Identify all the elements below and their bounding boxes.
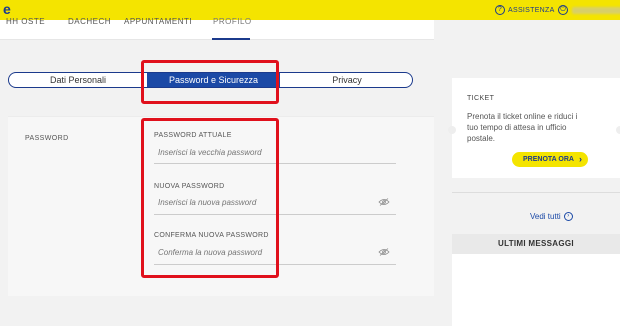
chevron-right-icon: › <box>579 154 582 164</box>
right-column-divider <box>452 192 620 193</box>
arrow-right-circle-icon: › <box>563 212 573 221</box>
messages-panel: ULTIMI MESSAGGI <box>452 234 620 326</box>
tab-privacy[interactable]: Privacy <box>282 73 412 87</box>
user-name-blurred <box>572 6 620 14</box>
nav-item-home[interactable]: HH OSTE <box>6 17 45 26</box>
assistenza-link[interactable]: ? ASSISTENZA <box>495 5 555 15</box>
eye-slash-icon[interactable] <box>378 198 390 206</box>
carousel-dot-left <box>448 126 456 134</box>
prenota-ora-label: PRENOTA ORA <box>523 156 574 163</box>
vedi-tutti-link[interactable]: Vedi tutti › <box>530 212 573 221</box>
password-section-title: PASSWORD <box>25 135 69 142</box>
brand-logo[interactable]: e <box>3 1 11 17</box>
nav-item-bacheca[interactable]: DACHECH <box>68 17 111 26</box>
nav-item-appuntamenti[interactable]: APPUNTAMENTI <box>124 17 192 26</box>
main-nav: HH OSTE DACHECH APPUNTAMENTI PROFILO <box>0 17 434 40</box>
carousel-dot-right <box>616 126 620 134</box>
messages-header: ULTIMI MESSAGGI <box>452 234 620 254</box>
ticket-title: TICKET <box>467 95 495 102</box>
user-menu[interactable]: ⏻ <box>558 5 620 15</box>
vedi-tutti-label: Vedi tutti <box>530 212 561 221</box>
highlight-fields-box <box>141 118 279 278</box>
nav-item-profilo[interactable]: PROFILO <box>213 17 252 26</box>
nav-active-indicator <box>212 38 250 40</box>
user-circle-icon: ⏻ <box>558 5 568 15</box>
question-circle-icon: ? <box>495 5 505 15</box>
eye-slash-icon[interactable] <box>378 248 390 256</box>
prenota-ora-button[interactable]: PRENOTA ORA › <box>512 152 588 167</box>
highlight-tab-box <box>141 60 279 104</box>
assistenza-label: ASSISTENZA <box>508 6 555 14</box>
ticket-card: TICKET Prenota il ticket online e riduci… <box>448 78 620 178</box>
ticket-description: Prenota il ticket online e riduci i tuo … <box>467 112 578 143</box>
tab-dati-personali[interactable]: Dati Personali <box>11 73 145 87</box>
